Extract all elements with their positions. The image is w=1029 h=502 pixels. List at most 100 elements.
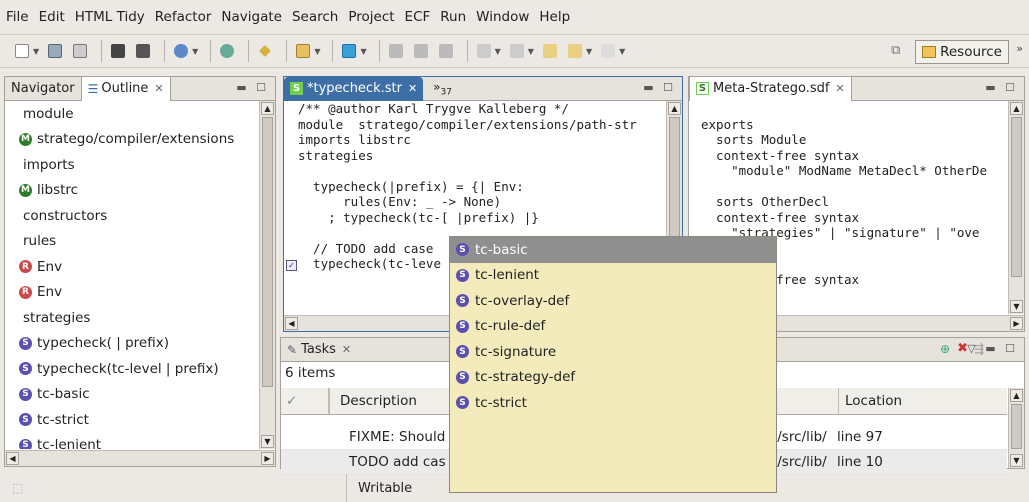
scroll-right-icon[interactable]: ▶ (261, 452, 274, 465)
stratego-icon[interactable] (339, 41, 359, 61)
html-tidy-format-icon[interactable] (133, 41, 153, 61)
last-edit-icon[interactable] (540, 41, 560, 61)
outline-item[interactable]: Stc-lenient (5, 433, 258, 449)
annotation-icon[interactable] (386, 41, 406, 61)
scroll-thumb[interactable] (1011, 404, 1022, 449)
scroll-down-icon[interactable]: ▼ (1010, 454, 1023, 467)
completion-item[interactable]: Stc-lenient (450, 263, 776, 289)
menu-run[interactable]: Run (440, 9, 466, 25)
scroll-thumb[interactable] (262, 117, 273, 387)
outline-item[interactable]: rules (5, 229, 258, 255)
column-location[interactable]: Location (838, 387, 1008, 415)
menu-navigate[interactable]: Navigate (221, 9, 282, 25)
annotation-icon[interactable] (411, 41, 431, 61)
outline-item[interactable]: Stypecheck( | prefix) (5, 331, 258, 357)
tab-tasks[interactable]: ✎ Tasks ✕ (281, 338, 357, 362)
outline-item[interactable]: module (5, 101, 258, 127)
check-column-header[interactable]: ✓ (281, 387, 329, 415)
menu-help[interactable]: Help (539, 9, 570, 25)
completion-item[interactable]: Stc-strict (450, 390, 776, 416)
chevron-down-icon[interactable]: ▼ (33, 47, 39, 56)
annotation-icon[interactable] (436, 41, 456, 61)
menu-project[interactable]: Project (348, 9, 394, 25)
menu-edit[interactable]: Edit (39, 9, 65, 25)
debug-icon[interactable] (217, 41, 237, 61)
outline-item[interactable]: Mlibstrc (5, 178, 258, 204)
scroll-up-icon[interactable]: ▲ (1010, 389, 1023, 402)
outline-item[interactable]: R Env (5, 254, 258, 280)
next-annotation-icon[interactable] (474, 41, 494, 61)
menu-html-tidy[interactable]: HTML Tidy (75, 9, 145, 25)
chevron-down-icon[interactable]: ▼ (495, 47, 501, 56)
open-perspective-icon[interactable]: ⧉ (891, 43, 909, 61)
completion-item[interactable]: Stc-signature (450, 339, 776, 365)
chevron-down-icon[interactable]: ▼ (314, 47, 320, 56)
outline-item[interactable]: Stc-strict (5, 407, 258, 433)
tab-typecheck[interactable]: S *typecheck.str ✕ (284, 76, 424, 101)
perspective-resource-button[interactable]: Resource (915, 40, 1009, 64)
outline-item[interactable]: strategies (5, 305, 258, 331)
scroll-down-icon[interactable]: ▼ (261, 435, 274, 448)
scroll-up-icon[interactable]: ▲ (668, 102, 681, 115)
fast-view-icon[interactable]: ⬚ (12, 481, 23, 495)
outline-item[interactable]: Mstratego/compiler/extensions (5, 127, 258, 153)
scroll-up-icon[interactable]: ▲ (261, 102, 274, 115)
chevron-down-icon[interactable]: ▼ (619, 47, 625, 56)
menu-refactor[interactable]: Refactor (155, 9, 212, 25)
chevron-down-icon[interactable]: ▼ (192, 47, 198, 56)
outline-item[interactable]: constructors (5, 203, 258, 229)
minimize-maximize-icon[interactable]: ▬ ☐ (643, 81, 676, 94)
prev-annotation-icon[interactable] (507, 41, 527, 61)
chevron-down-icon[interactable]: ▼ (360, 47, 366, 56)
outline-item[interactable]: Stypecheck(tc-level | prefix) (5, 356, 258, 382)
outline-item[interactable]: imports (5, 152, 258, 178)
menu-search[interactable]: Search (292, 9, 338, 25)
scroll-left-icon[interactable]: ◀ (285, 317, 298, 330)
tab-navigator[interactable]: Navigator (5, 77, 81, 101)
chevron-down-icon[interactable]: ▼ (586, 47, 592, 56)
column-description[interactable]: Description (329, 387, 449, 415)
toolbar-separator (210, 40, 212, 62)
view-menu-minimize-maximize-icon[interactable]: ▽ ▬ ☐ (967, 342, 1018, 355)
print-icon[interactable] (70, 41, 90, 61)
add-task-icon[interactable]: ⊕ (940, 342, 950, 356)
tab-meta-stratego[interactable]: S Meta-Stratego.sdf ✕ (689, 76, 852, 101)
menu-file[interactable]: File (6, 9, 29, 25)
save-icon[interactable] (45, 41, 65, 61)
scroll-down-icon[interactable]: ▼ (1010, 300, 1023, 313)
completion-item[interactable]: Stc-rule-def (450, 314, 776, 340)
scroll-thumb[interactable] (1011, 117, 1022, 277)
new-icon[interactable] (12, 41, 32, 61)
pen-icon[interactable] (255, 41, 275, 61)
minimize-maximize-icon[interactable]: ▬ ☐ (236, 81, 269, 94)
tab-overflow-button[interactable]: »37 (433, 80, 452, 97)
close-icon[interactable]: ✕ (342, 343, 351, 356)
menu-window[interactable]: Window (476, 9, 529, 25)
sdf-vertical-scrollbar[interactable]: ▲ ▼ (1008, 101, 1024, 314)
open-type-icon[interactable] (293, 41, 313, 61)
scroll-left-icon[interactable]: ◀ (6, 452, 19, 465)
outline-item[interactable]: R Env (5, 280, 258, 306)
outline-item[interactable]: Stc-basic (5, 382, 258, 408)
strategy-icon: S (19, 413, 32, 427)
back-icon[interactable] (565, 41, 585, 61)
close-icon[interactable]: ✕ (835, 82, 844, 95)
completion-item[interactable]: Stc-basic (450, 237, 776, 263)
scroll-up-icon[interactable]: ▲ (1010, 102, 1023, 115)
html-tidy-icon[interactable] (108, 41, 128, 61)
scroll-right-icon[interactable]: ▶ (1010, 317, 1023, 330)
minimize-maximize-icon[interactable]: ▬ ☐ (985, 81, 1018, 94)
forward-icon[interactable] (598, 41, 618, 61)
outline-vertical-scrollbar[interactable]: ▲ ▼ (259, 101, 275, 449)
close-icon[interactable]: ✕ (154, 82, 163, 95)
completion-item[interactable]: Stc-strategy-def (450, 365, 776, 391)
close-icon[interactable]: ✕ (408, 82, 417, 95)
menu-ecf[interactable]: ECF (405, 9, 431, 25)
outline-horizontal-scrollbar[interactable]: ◀ ▶ (5, 450, 275, 466)
tasks-vertical-scrollbar[interactable]: ▲ ▼ (1008, 388, 1024, 468)
chevron-down-icon[interactable]: ▼ (528, 47, 534, 56)
search-icon[interactable] (171, 41, 191, 61)
perspective-more-button[interactable]: » (1016, 42, 1023, 55)
tab-outline[interactable]: ☰ Outline ✕ (80, 76, 171, 101)
completion-item[interactable]: Stc-overlay-def (450, 288, 776, 314)
